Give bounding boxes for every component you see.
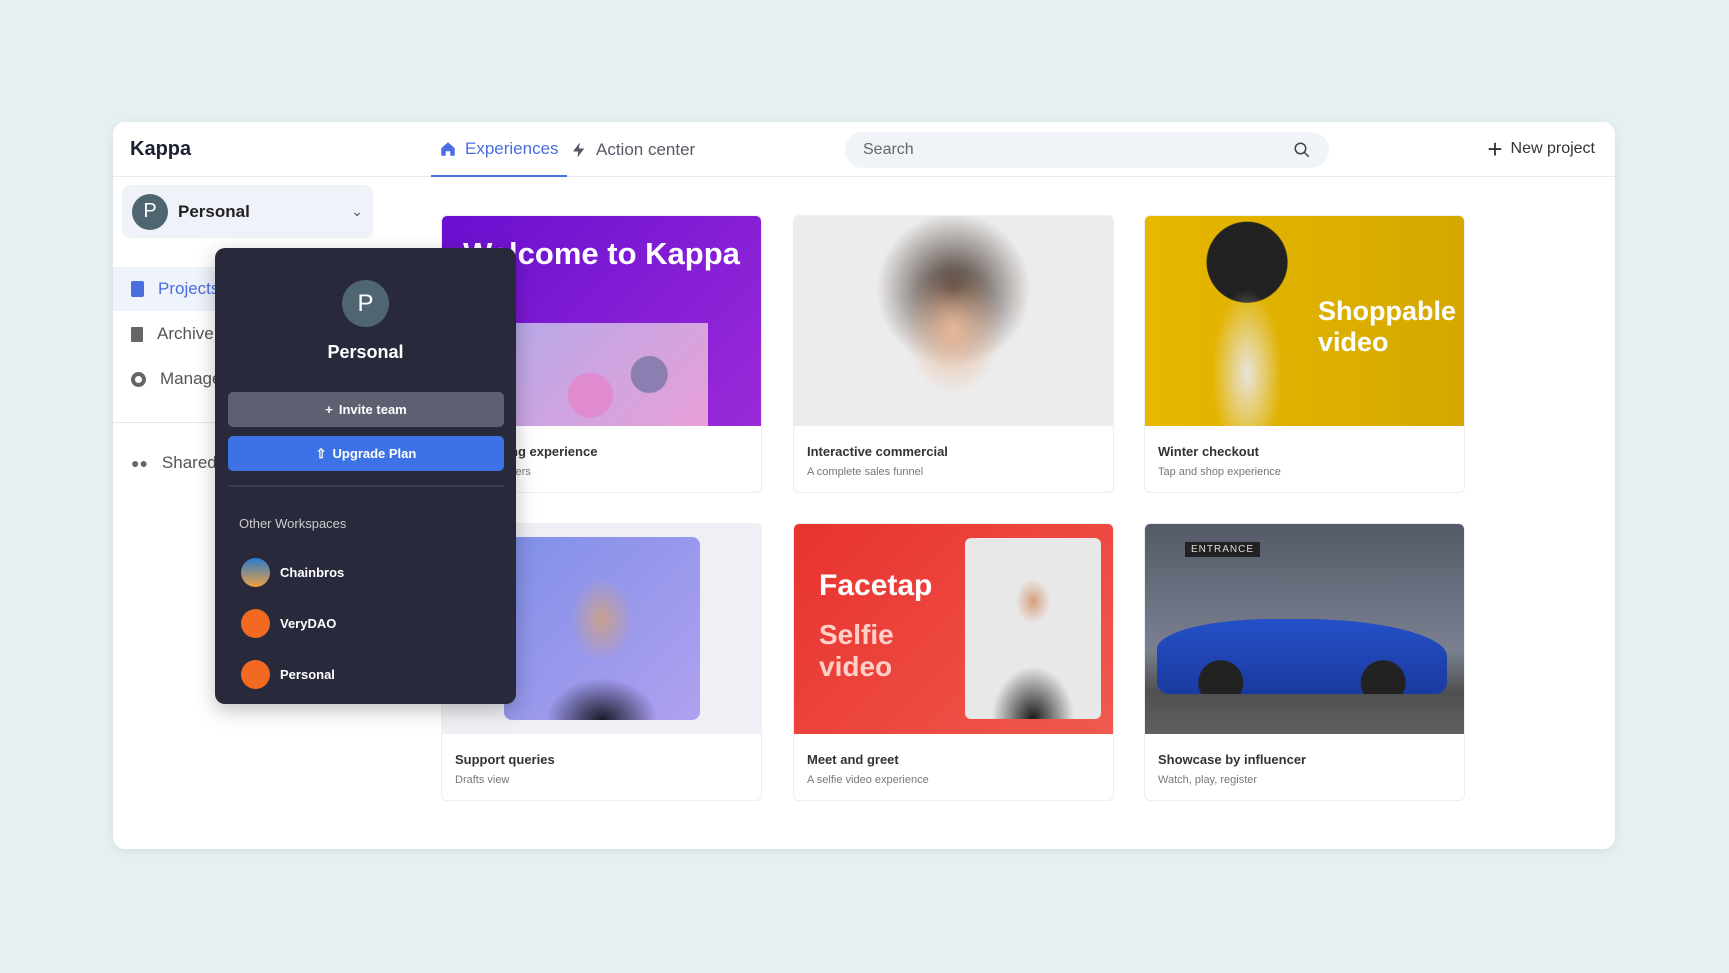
tab-label: Action center [596,139,696,159]
card-subtitle: Tap and shop experience [1158,466,1281,478]
avatar: P [342,280,389,327]
project-card[interactable]: Facetap Selfie video Meet and greet A se… [793,523,1114,801]
workspace-name: Personal [178,201,250,221]
other-workspaces-label: Other Workspaces [239,516,347,531]
invite-label: Invite team [338,402,407,417]
workspace-item-label: VeryDAO [280,616,337,631]
workspace-name: Personal [327,342,404,362]
car-image [1157,619,1447,694]
card-title: ng experience [510,444,598,459]
card-title: Winter checkout [1158,444,1260,459]
portrait-image [504,537,700,720]
project-card[interactable]: Interactive commercial A complete sales … [793,215,1114,493]
tab-experiences[interactable]: Experiences [431,122,567,177]
plus-icon: + [1487,134,1503,164]
banner-text: Shoppable video [1318,296,1457,358]
upgrade-plan-button[interactable]: ⇧ Upgrade Plan [228,436,504,471]
card-subtitle: Drafts view [455,774,510,786]
project-card[interactable]: Shoppable video Winter checkout Tap and … [1144,215,1465,493]
upgrade-icon: ⇧ [315,445,327,461]
banner-text: Facetap [819,569,933,602]
bubbles-image [512,323,708,426]
header: Kappa Experiences Action center + New pr… [113,122,1615,177]
portrait-image [965,538,1101,719]
workspace-selector[interactable]: P Personal ⌄ [122,185,373,238]
entrance-sign: ENTRANCE [1185,542,1261,557]
workspace-item-personal[interactable]: Personal [241,660,335,689]
trash-icon [131,326,143,342]
chevron-down-icon: ⌄ [351,203,363,219]
project-card[interactable]: ENTRANCE Showcase by influencer Watch, p… [1144,523,1465,801]
workspace-item-verydao[interactable]: VeryDAO [241,609,336,638]
gear-icon [131,371,146,387]
card-thumbnail [794,216,1113,426]
new-project-button[interactable]: + New project [1487,136,1595,162]
workspace-item-label: Personal [280,667,335,682]
workspace-avatar [241,660,270,689]
card-subtitle: A complete sales funnel [807,466,924,478]
sidebar-item-label: Manage [160,369,222,388]
workspace-dropdown: P Personal + Invite team ⇧ Upgrade Plan Ot… [215,248,516,704]
workspace-avatar [241,609,270,638]
workspace-item-chainbros[interactable]: Chainbros [241,558,344,587]
tab-action-center[interactable]: Action center [570,122,695,177]
sidebar-item-label: Shared [161,453,217,472]
plus-icon: + [325,402,333,417]
divider [228,485,504,487]
card-title: Meet and greet [807,752,899,767]
card-thumbnail: Facetap Selfie video [794,524,1113,734]
upgrade-label: Upgrade Plan [332,446,417,461]
card-thumbnail: ENTRANCE [1145,524,1464,734]
card-thumbnail: Shoppable video [1145,216,1464,426]
card-subtitle: Watch, play, register [1158,774,1258,786]
document-icon [131,281,144,297]
tab-label: Experiences [465,138,559,158]
workspace-avatar [241,558,270,587]
banner-subtext: Selfie video [819,619,894,683]
users-icon: ●● [131,455,148,471]
card-title: Support queries [455,752,555,767]
search-icon[interactable] [1293,141,1311,159]
search-input[interactable] [863,141,1263,159]
card-title: Showcase by influencer [1158,752,1307,767]
logo: Kappa [130,138,192,160]
workspace-item-label: Chainbros [280,565,345,580]
card-subtitle: A selfie video experience [807,774,929,786]
avatar: P [132,193,168,230]
lightning-icon [573,142,585,157]
home-icon [441,141,455,156]
card-title: Interactive commercial [807,444,948,459]
sidebar-item-label: Archive [157,324,214,343]
invite-team-button[interactable]: + Invite team [228,392,504,427]
new-project-label: New project [1510,140,1595,157]
sidebar-item-label: Projects [158,279,220,298]
search-bar [845,132,1329,168]
